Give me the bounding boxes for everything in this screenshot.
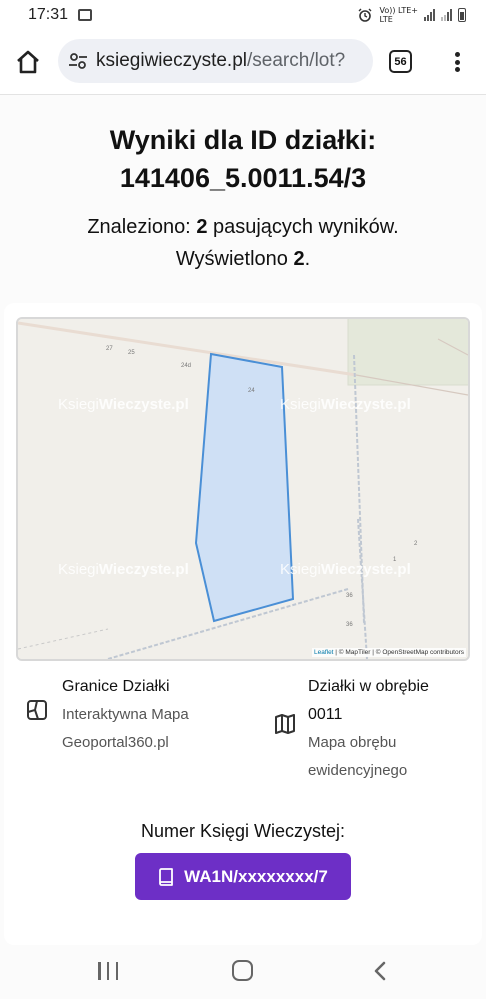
recent-apps-button[interactable]: [98, 962, 118, 980]
map-icon: [275, 714, 295, 734]
alarm-icon: [358, 8, 372, 22]
battery-icon: [458, 8, 466, 22]
parcel-boundaries-line2: Geoportal360.pl: [62, 734, 169, 751]
map-plot-label: 27: [106, 346, 113, 352]
map-plot-label: 25: [128, 350, 135, 356]
district-map-line2: ewidencyjnego: [308, 762, 408, 779]
status-bar: 17:31 Vo)) LTE+ LTE: [0, 0, 486, 30]
status-time: 17:31: [28, 6, 69, 23]
gallery-notification-icon: [78, 9, 93, 21]
parcel-boundaries-line1: Interaktywna Mapa: [62, 706, 189, 723]
parcel-boundaries-heading: Granice Działki: [62, 678, 170, 695]
map-watermark: KsiegiWieczyste.pl: [280, 396, 411, 413]
status-indicators: Vo)) LTE+ LTE: [357, 6, 466, 24]
signal-icon-2: [441, 9, 452, 21]
district-plots-heading: Działki w obrębie: [308, 678, 429, 695]
map-watermark: KsiegiWieczyste.pl: [58, 561, 189, 578]
results-summary: Znaleziono: 2 pasujących wyników. Wyświe…: [87, 216, 399, 270]
address-bar[interactable]: ksiegiwieczyste.pl/search/lot?: [58, 39, 373, 83]
map-watermark: KsiegiWieczyste.pl: [280, 561, 411, 578]
page-title: Wyniki dla ID działki: 141406_5.0011.54/…: [109, 125, 377, 193]
tab-switcher-button[interactable]: 56: [389, 50, 412, 73]
map-attribution[interactable]: Leaflet | © MapTiler | © OpenStreetMap c…: [311, 648, 466, 657]
map-plot-label: 36: [346, 622, 353, 628]
home-icon[interactable]: [14, 48, 42, 76]
map-plot-label: 36: [346, 593, 353, 599]
map-watermark: KsiegiWieczyste.pl: [58, 396, 189, 413]
map-plot-label: 24: [248, 388, 255, 394]
system-navigation-bar: [0, 945, 486, 999]
back-icon[interactable]: [372, 961, 388, 981]
parcel-polygon[interactable]: [194, 352, 295, 623]
page-content: Wyniki dla ID działki: 141406_5.0011.54/…: [0, 94, 486, 945]
map-plot-label: 24d: [181, 363, 191, 369]
signal-icon: [424, 9, 435, 21]
parcel-boundaries-link[interactable]: Granice Działki Interaktywna Mapa Geopor…: [62, 673, 189, 757]
land-register-number: WA1N/xxxxxxxx/7: [184, 866, 328, 886]
browser-toolbar: ksiegiwieczyste.pl/search/lot? 56: [0, 30, 486, 94]
parcel-info: Granice Działki Interaktywna Mapa Geopor…: [4, 673, 482, 793]
network-type: Vo)) LTE+ LTE: [379, 6, 418, 24]
district-map-line1: Mapa obrębu: [308, 734, 397, 751]
map-canvas[interactable]: KsiegiWieczyste.pl KsiegiWieczyste.pl Ks…: [18, 319, 468, 659]
result-card: KsiegiWieczyste.pl KsiegiWieczyste.pl Ks…: [4, 303, 482, 945]
browser-menu-button[interactable]: [450, 48, 464, 76]
home-button[interactable]: [232, 960, 253, 981]
parcel-boundary-icon: [27, 700, 47, 720]
land-register-button[interactable]: WA1N/xxxxxxxx/7: [135, 853, 351, 900]
district-plots-link[interactable]: Działki w obrębie 0011 Mapa obrębu ewide…: [308, 673, 429, 785]
book-icon: [159, 867, 174, 886]
district-number: 0011: [308, 706, 343, 723]
url-text: ksiegiwieczyste.pl/search/lot?: [96, 50, 346, 71]
parcel-map[interactable]: KsiegiWieczyste.pl KsiegiWieczyste.pl Ks…: [16, 317, 470, 661]
site-settings-icon[interactable]: [68, 51, 88, 71]
land-register-label: Numer Księgi Wieczystej:: [140, 821, 346, 841]
